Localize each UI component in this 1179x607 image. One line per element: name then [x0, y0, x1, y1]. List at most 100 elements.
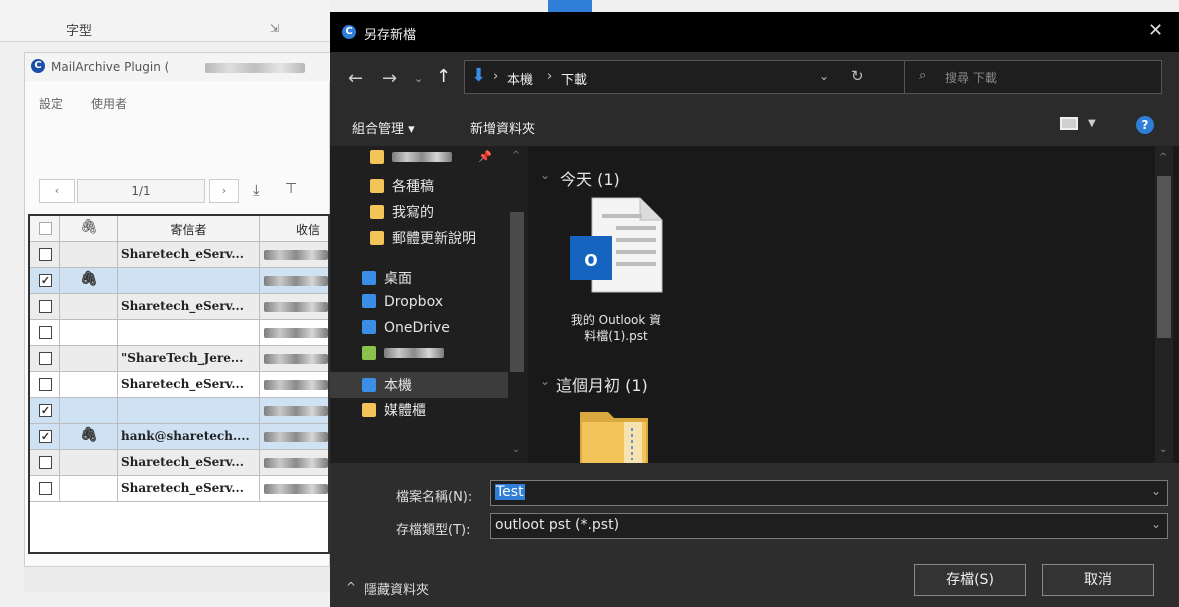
scroll-up-icon[interactable]: ^ — [1159, 152, 1167, 163]
nav-folder-icon — [370, 179, 384, 193]
row-checkbox[interactable] — [39, 352, 52, 365]
address-bar[interactable]: ⬇ › 本機 › 下載 ⌄ ↻ — [464, 60, 967, 94]
nav-item-drafts[interactable]: 各種稿 — [370, 176, 434, 200]
nav-item-label: 郵體更新說明 — [392, 231, 476, 247]
organize-button[interactable]: 組合管理 ▾ — [352, 118, 415, 137]
redacted-recipient — [264, 432, 328, 442]
attachment-header-icon: 🖇 — [80, 219, 98, 235]
address-dropdown-icon[interactable]: ⌄ — [819, 69, 829, 83]
outlook-pst-file[interactable]: o — [566, 196, 666, 296]
group-collapse-icon[interactable]: ⌄ — [540, 168, 550, 182]
status-bar — [24, 566, 330, 592]
help-icon[interactable]: ? — [1136, 116, 1154, 134]
filename-dropdown-icon[interactable]: ⌄ — [1151, 484, 1161, 498]
pin-icon[interactable]: 📌 — [478, 150, 492, 163]
nav-item-pinned[interactable]: 📌 — [370, 150, 492, 174]
recipient-column-header[interactable]: 收信 — [260, 216, 328, 241]
dialog-footer: 檔案名稱(N): Test ⌄ 存檔類型(T): outloot pst (*.… — [330, 463, 1179, 607]
row-checkbox[interactable] — [39, 300, 52, 313]
new-folder-button[interactable]: 新增資料夾 — [470, 118, 535, 137]
folder-item[interactable] — [580, 408, 648, 463]
row-checkbox[interactable] — [39, 326, 52, 339]
table-row[interactable]: Sharetech_eServ... — [30, 372, 328, 398]
breadcrumb-sep-icon: › — [493, 69, 499, 84]
view-options-icon[interactable] — [1060, 117, 1078, 130]
table-row[interactable]: ✓ — [30, 398, 328, 424]
table-row[interactable]: Sharetech_eServ... — [30, 294, 328, 320]
download-icon[interactable]: ⤓ — [253, 181, 260, 199]
hide-folders-button[interactable]: 隱藏資料夾 — [364, 579, 429, 598]
dialog-launcher-icon[interactable]: ⇲ — [270, 22, 279, 35]
plugin-titlebar: C MailArchive Plugin ( — [25, 53, 331, 81]
nav-item-user[interactable] — [362, 346, 444, 370]
search-icon: ⌕ — [919, 68, 927, 83]
close-icon[interactable]: ✕ — [1148, 20, 1163, 41]
row-checkbox[interactable]: ✓ — [39, 274, 52, 287]
cancel-button[interactable]: 取消 — [1042, 564, 1154, 596]
row-checkbox[interactable] — [39, 378, 52, 391]
table-row[interactable]: ✓ 🖇 — [30, 268, 328, 294]
view-dropdown-icon[interactable]: ▼ — [1088, 118, 1096, 129]
nav-item-dropbox[interactable]: Dropbox — [362, 294, 443, 318]
refresh-icon[interactable]: ↻ — [851, 67, 864, 85]
recent-chevron-icon[interactable]: ⌄ — [414, 72, 423, 85]
table-row[interactable]: ✓ 🖇 hank@sharetech.... — [30, 424, 328, 450]
sender-cell: Sharetech_eServ... — [118, 450, 260, 475]
search-placeholder: 搜尋 下載 — [945, 71, 997, 85]
plugin-title: MailArchive Plugin ( — [51, 60, 170, 74]
row-checkbox[interactable] — [39, 482, 52, 495]
nav-item-updates[interactable]: 郵體更新說明 — [370, 228, 476, 252]
filter-icon[interactable]: ⊤ — [285, 181, 297, 197]
nav-item-desktop[interactable]: 桌面 — [362, 268, 412, 292]
select-all-checkbox[interactable] — [39, 222, 52, 235]
redacted-recipient — [264, 328, 328, 338]
group-collapse-icon[interactable]: ⌄ — [540, 374, 550, 388]
menu-settings[interactable]: 設定 — [39, 95, 63, 112]
sender-column-header[interactable]: 寄信者 — [118, 216, 260, 241]
filetype-label: 存檔類型(T): — [396, 523, 471, 538]
forward-arrow-icon[interactable]: → — [382, 68, 397, 89]
prev-page-button[interactable]: ‹ — [39, 179, 75, 203]
next-page-button[interactable]: › — [209, 179, 239, 203]
content-scrollbar-thumb[interactable] — [1157, 176, 1171, 338]
table-row[interactable]: Sharetech_eServ... — [30, 450, 328, 476]
nav-item-this-pc[interactable]: 本機 — [330, 372, 508, 398]
nav-scroll-down-icon[interactable]: ⌄ — [512, 444, 520, 455]
nav-item-label: 本機 — [384, 378, 412, 394]
scroll-down-icon[interactable]: ⌄ — [1159, 444, 1167, 455]
dialog-title: 另存新檔 — [364, 28, 417, 43]
hide-folders-chevron-icon[interactable]: ^ — [346, 580, 356, 594]
sender-cell: Sharetech_eServ... — [118, 476, 260, 501]
row-checkbox[interactable] — [39, 456, 52, 469]
group-month[interactable]: 這個月初 (1) — [556, 372, 648, 396]
row-checkbox[interactable]: ✓ — [39, 404, 52, 417]
accent-tab — [548, 0, 592, 12]
menu-users[interactable]: 使用者 — [91, 95, 127, 112]
search-box[interactable]: ⌕ 搜尋 下載 — [904, 60, 1162, 94]
content-scrollbar[interactable]: ^ ⌄ — [1155, 146, 1173, 463]
table-row[interactable]: Sharetech_eServ... — [30, 242, 328, 268]
save-button[interactable]: 存檔(S) — [914, 564, 1026, 596]
nav-scroll-up-icon[interactable]: ^ — [512, 150, 520, 161]
filetype-select[interactable]: outloot pst (*.pst) ⌄ — [490, 513, 1168, 539]
up-arrow-icon[interactable]: ↑ — [436, 66, 451, 87]
back-arrow-icon[interactable]: ← — [348, 68, 363, 89]
nav-scrollbar-thumb[interactable] — [510, 212, 524, 372]
filename-input[interactable]: Test ⌄ — [490, 480, 1168, 506]
row-checkbox[interactable]: ✓ — [39, 430, 52, 443]
table-row[interactable] — [30, 320, 328, 346]
filetype-dropdown-icon[interactable]: ⌄ — [1151, 517, 1161, 531]
file-name-line1: 我的 Outlook 資 — [570, 313, 662, 327]
redacted-label — [392, 152, 452, 162]
nav-item-onedrive[interactable]: OneDrive — [362, 320, 450, 344]
breadcrumb-this-pc[interactable]: 本機 — [507, 69, 533, 88]
breadcrumb-downloads[interactable]: 下載 — [561, 69, 587, 88]
table-row[interactable]: Sharetech_eServ... — [30, 476, 328, 502]
nav-item-mine[interactable]: 我寫的 — [370, 202, 434, 226]
sender-cell: "ShareTech_Jere... — [118, 346, 260, 371]
row-checkbox[interactable] — [39, 248, 52, 261]
grid-header: 🖇 寄信者 收信 — [30, 216, 328, 242]
nav-item-libraries[interactable]: 媒體櫃 — [362, 400, 426, 424]
group-today[interactable]: 今天 (1) — [560, 166, 620, 190]
table-row[interactable]: "ShareTech_Jere... — [30, 346, 328, 372]
